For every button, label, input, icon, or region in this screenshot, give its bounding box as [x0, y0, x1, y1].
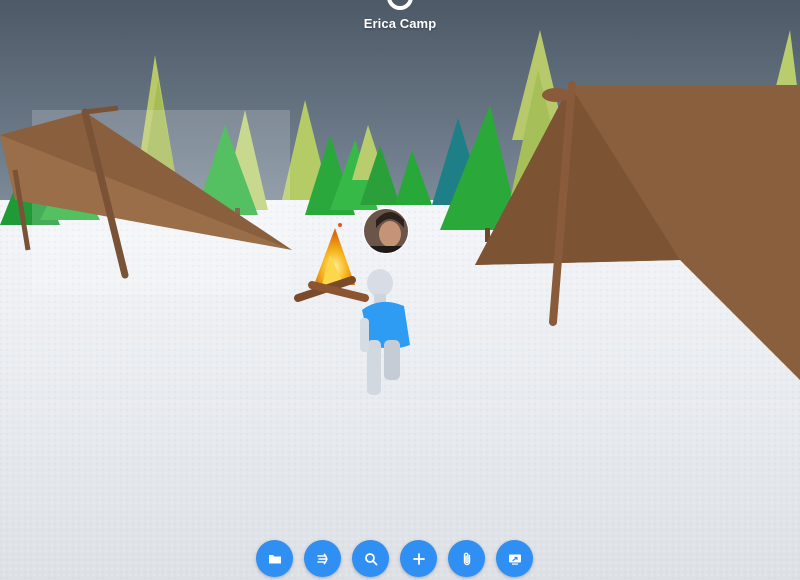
screen-share-icon	[508, 554, 521, 565]
room-name: Erica Camp	[363, 16, 437, 31]
paperclip-icon	[463, 552, 470, 565]
bottom-toolbar	[256, 540, 534, 577]
search-icon	[364, 552, 377, 565]
share-screen-button[interactable]	[496, 540, 533, 577]
folder-button[interactable]	[256, 540, 293, 577]
attach-button[interactable]	[448, 540, 485, 577]
search-button[interactable]	[352, 540, 389, 577]
move-speed-button[interactable]	[304, 540, 341, 577]
3d-scene-viewport[interactable]	[0, 0, 800, 580]
add-button[interactable]	[400, 540, 437, 577]
plus-icon	[412, 552, 425, 565]
folder-icon	[268, 554, 281, 563]
move-speed-icon	[316, 552, 328, 565]
room-logo-icon	[387, 0, 413, 10]
room-header: Erica Camp	[0, 0, 800, 40]
